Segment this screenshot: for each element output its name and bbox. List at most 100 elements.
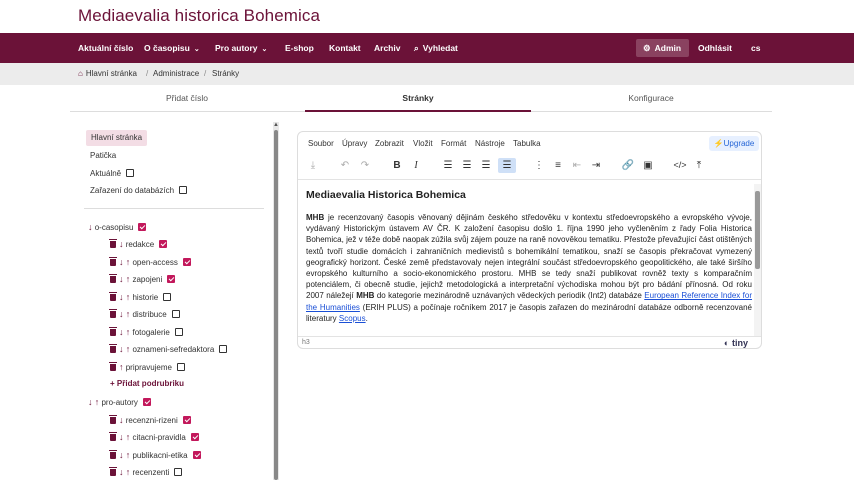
- nav-archiv[interactable]: Archiv: [374, 33, 400, 63]
- arrow-down-icon[interactable]: ↓: [88, 222, 93, 232]
- upload-icon[interactable]: ⤒: [690, 158, 708, 173]
- nav-vyhledat[interactable]: ⌕ Vyhledat: [414, 33, 458, 63]
- visibility-checkbox[interactable]: [179, 186, 188, 194]
- menu-zobrazit[interactable]: Zobrazit: [375, 139, 404, 148]
- breadcrumb-admin[interactable]: Administrace: [153, 63, 199, 85]
- trash-icon[interactable]: [109, 274, 117, 283]
- arrow-down-icon[interactable]: ↓: [119, 467, 124, 477]
- add-subsection-button[interactable]: + Přidat podrubriku: [110, 376, 184, 392]
- tree-subitem[interactable]: ↓ ↑ distribuce: [109, 306, 180, 322]
- tiny-logo[interactable]: ◐ tiny: [724, 338, 748, 348]
- visibility-checkbox[interactable]: [163, 293, 172, 301]
- tab-stranky[interactable]: Stránky: [305, 86, 531, 112]
- tree-subitem[interactable]: ↓ redakce: [109, 236, 168, 252]
- arrow-up-icon[interactable]: ↑: [126, 257, 131, 267]
- nav-kontakt[interactable]: Kontakt: [329, 33, 361, 63]
- tree-scrollbar-thumb[interactable]: [274, 130, 278, 480]
- arrow-up-icon[interactable]: ↑: [126, 450, 131, 460]
- bullet-list-icon[interactable]: ⋮: [530, 158, 548, 173]
- visibility-checkbox[interactable]: [174, 328, 183, 336]
- align-left-icon[interactable]: ☰: [439, 158, 457, 173]
- italic-icon[interactable]: I: [407, 158, 425, 173]
- tab-konfigurace[interactable]: Konfigurace: [538, 86, 764, 112]
- arrow-up-icon[interactable]: ↑: [119, 362, 124, 372]
- scopus-link[interactable]: Scopus: [339, 314, 366, 323]
- arrow-up-icon[interactable]: ↑: [126, 309, 131, 319]
- bold-icon[interactable]: B: [388, 158, 406, 173]
- nav-o-casopisu[interactable]: O časopisu ⌄: [144, 33, 200, 63]
- visibility-checkbox[interactable]: [190, 433, 199, 441]
- arrow-down-icon[interactable]: ↓: [119, 274, 124, 284]
- tree-subitem[interactable]: ↓ ↑ historie: [109, 289, 172, 305]
- arrow-up-icon[interactable]: ↑: [126, 274, 131, 284]
- editor-content[interactable]: Mediaevalia Historica Bohemica MHB je re…: [306, 188, 752, 324]
- arrow-up-icon[interactable]: ↑: [126, 467, 131, 477]
- arrow-up-icon[interactable]: ↑: [126, 292, 131, 302]
- trash-icon[interactable]: [109, 467, 117, 476]
- tree-subitem[interactable]: ↓ ↑ oznameni-sefredaktora: [109, 341, 228, 357]
- editor-scrollbar-thumb[interactable]: [755, 191, 760, 269]
- tree-subitem[interactable]: ↓ ↑ recenzenti: [109, 464, 183, 480]
- tree-item-paticka[interactable]: Patička: [90, 148, 116, 164]
- menu-vlozit[interactable]: Vložit: [413, 139, 433, 148]
- arrow-down-icon[interactable]: ↓: [119, 257, 124, 267]
- menu-format[interactable]: Formát: [441, 139, 466, 148]
- visibility-checkbox[interactable]: [192, 451, 201, 459]
- arrow-down-icon[interactable]: ↓: [119, 309, 124, 319]
- undo-icon[interactable]: ↶: [336, 158, 354, 173]
- tree-subitem[interactable]: ↓ ↑ open-access: [109, 254, 191, 270]
- nav-aktualni-cislo[interactable]: Aktuální číslo: [78, 33, 133, 63]
- trash-icon[interactable]: [109, 344, 117, 353]
- language-switch[interactable]: cs: [751, 33, 760, 63]
- visibility-checkbox[interactable]: [142, 398, 151, 406]
- arrow-up-icon[interactable]: ↑: [126, 344, 131, 354]
- link-icon[interactable]: 🔗: [619, 158, 637, 173]
- tree-item-aktualne[interactable]: Aktuálně: [90, 166, 135, 182]
- align-center-icon[interactable]: ☰: [458, 158, 476, 173]
- site-title[interactable]: Mediaevalia historica Bohemica: [78, 6, 320, 26]
- nav-eshop[interactable]: E-shop: [285, 33, 314, 63]
- tree-section-o-casopisu[interactable]: ↓ o-casopisu: [88, 219, 147, 235]
- redo-icon[interactable]: ↷: [356, 158, 374, 173]
- trash-icon[interactable]: [109, 415, 117, 424]
- tree-section-pro-autory[interactable]: ↓ ↑ pro-autory: [88, 394, 151, 410]
- tree-subitem[interactable]: ↓ ↑ publikacni-etika: [109, 447, 201, 463]
- numbered-list-icon[interactable]: ≡: [549, 158, 567, 173]
- arrow-down-icon[interactable]: ↓: [119, 432, 124, 442]
- arrow-down-icon[interactable]: ↓: [119, 415, 124, 425]
- trash-icon[interactable]: [109, 432, 117, 441]
- visibility-checkbox[interactable]: [138, 223, 147, 231]
- visibility-checkbox[interactable]: [219, 345, 228, 353]
- indent-icon[interactable]: ⇥: [587, 158, 605, 173]
- tab-pridat-cislo[interactable]: Přidat číslo: [74, 86, 300, 112]
- menu-nastroje[interactable]: Nástroje: [475, 139, 505, 148]
- arrow-down-icon[interactable]: ↓: [119, 344, 124, 354]
- arrow-down-icon[interactable]: ↓: [119, 292, 124, 302]
- tree-subitem[interactable]: ↓ ↑ zapojeni: [109, 271, 176, 287]
- tree-subitem[interactable]: ↓ recenzni-rizeni: [109, 412, 191, 428]
- upgrade-button[interactable]: ⚡Upgrade: [709, 136, 759, 151]
- code-icon[interactable]: </>: [671, 158, 689, 173]
- align-justify-icon[interactable]: ☰: [498, 158, 516, 173]
- tree-item-hlavni-stranka[interactable]: Hlavní stránka: [86, 130, 148, 146]
- image-icon[interactable]: ▣: [639, 158, 657, 173]
- menu-upravy[interactable]: Úpravy: [342, 139, 367, 148]
- arrow-down-icon[interactable]: ↓: [119, 450, 124, 460]
- arrow-up-icon[interactable]: ↑: [126, 327, 131, 337]
- menu-tabulka[interactable]: Tabulka: [513, 139, 541, 148]
- tree-subitem[interactable]: ↓ ↑ fotogalerie: [109, 324, 183, 340]
- tree-item-zarazeni[interactable]: Zařazení do databázích: [90, 183, 188, 199]
- visibility-checkbox[interactable]: [182, 258, 191, 266]
- breadcrumb-home[interactable]: ⌂ Hlavní stránka: [78, 63, 137, 85]
- tree-subitem[interactable]: ↓ ↑ citacni-pravidla: [109, 429, 199, 445]
- arrow-down-icon[interactable]: ↓: [88, 397, 93, 407]
- trash-icon[interactable]: [109, 450, 117, 459]
- arrow-up-icon[interactable]: ↑: [95, 397, 100, 407]
- outdent-icon[interactable]: ⇤: [568, 158, 586, 173]
- tree-subitem[interactable]: ↑ pripravujeme: [109, 359, 185, 375]
- menu-soubor[interactable]: Soubor: [308, 139, 334, 148]
- visibility-checkbox[interactable]: [159, 240, 168, 248]
- trash-icon[interactable]: [109, 327, 117, 336]
- visibility-checkbox[interactable]: [167, 275, 176, 283]
- trash-icon[interactable]: [109, 257, 117, 266]
